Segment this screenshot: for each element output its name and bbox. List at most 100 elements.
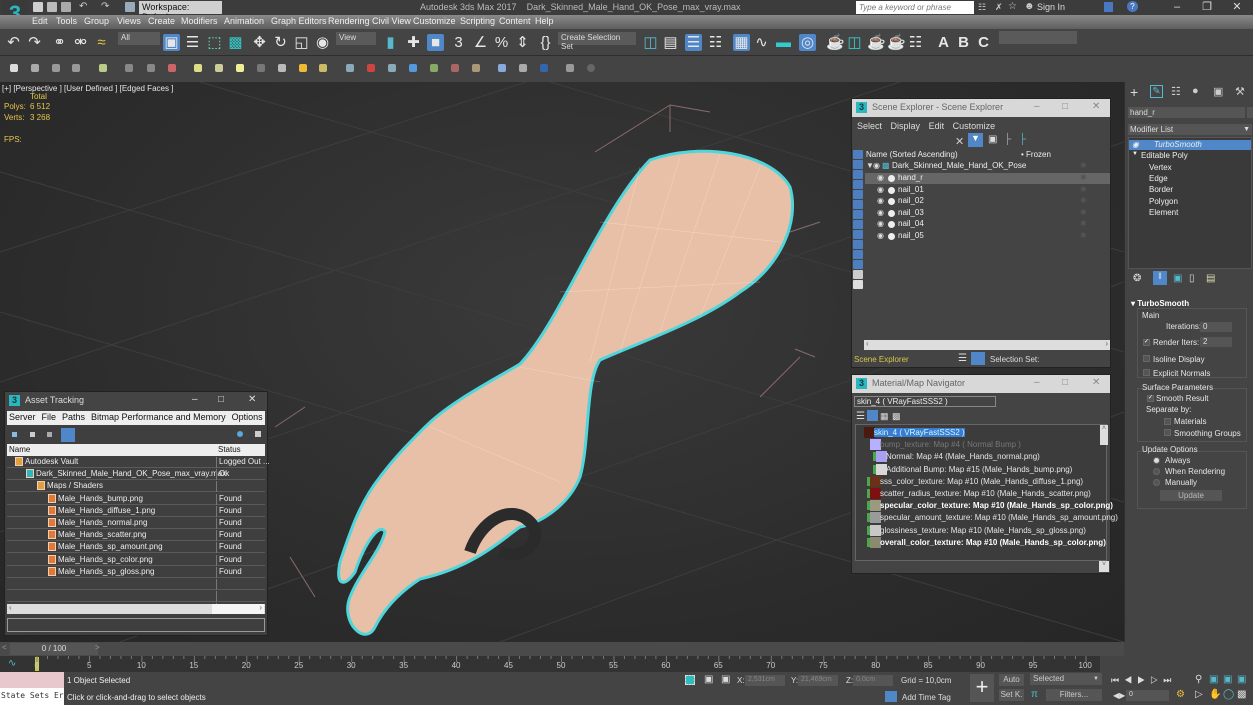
display-spacewarps-icon[interactable] — [853, 200, 863, 209]
display-tab-icon[interactable]: ▣ — [1213, 85, 1223, 98]
menu-edit[interactable]: Edit — [32, 16, 48, 26]
filter-icon[interactable]: ▼ — [968, 133, 983, 147]
curve-editor-icon[interactable]: ∿ — [753, 34, 770, 51]
material-tree-item[interactable]: scatter_radius_texture: Map #10 (Male_Ha… — [880, 489, 1091, 498]
communication-icon[interactable]: ✗ — [995, 2, 1003, 13]
go-to-end-icon[interactable]: ⏭ — [1163, 675, 1176, 685]
bind-space-warp-icon[interactable]: ≈ — [93, 34, 110, 51]
freeze-icon[interactable]: ✱ — [1080, 219, 1087, 228]
view-list-icons-icon[interactable] — [867, 410, 878, 421]
asset-path-field[interactable] — [7, 618, 265, 632]
display-geometry-icon[interactable] — [853, 150, 863, 159]
render-grid-icon[interactable]: ☷ — [907, 34, 924, 51]
horizontal-scrollbar[interactable]: ‹ › — [864, 339, 1110, 350]
maxscript-listener-top[interactable] — [0, 672, 64, 688]
scroll-left-icon[interactable]: ‹ — [9, 603, 12, 612]
freeze-icon[interactable]: ✱ — [1080, 208, 1087, 217]
asset-view-4-icon[interactable] — [61, 428, 75, 442]
display-lights-icon[interactable] — [853, 170, 863, 179]
sign-in-button[interactable]: Sign In — [1037, 2, 1065, 12]
autodesk-app-icon[interactable] — [1104, 2, 1113, 12]
keyboard-shortcut-override-icon[interactable]: ■ — [427, 34, 444, 51]
toolbar2-btn-13-icon[interactable] — [299, 64, 307, 72]
asset-row[interactable]: Autodesk Vault Logged Out ... — [7, 456, 270, 468]
binoculars-icon[interactable]: ☷ — [978, 2, 986, 13]
modifier-stack-item[interactable]: Element — [1129, 208, 1251, 218]
play-icon[interactable]: ▶ — [1137, 675, 1150, 685]
asset-view-2-icon[interactable] — [30, 432, 35, 437]
material-navigator-titlebar[interactable]: 3 Material/Map Navigator – □ ✕ — [852, 375, 1110, 393]
object-name-field[interactable]: hand_r — [1128, 107, 1245, 118]
toolbar2-btn-23-icon[interactable] — [519, 64, 527, 72]
undo-icon[interactable]: ↶ — [5, 34, 22, 51]
save-icon[interactable] — [61, 2, 71, 12]
render-iterative-icon[interactable]: ☕ — [887, 34, 906, 51]
toolbar2-btn-21-icon[interactable] — [472, 64, 480, 72]
pin-stack-icon[interactable]: ❂ — [1133, 273, 1141, 284]
asset-row[interactable]: Male_Hands_bump.png Found — [7, 493, 265, 505]
close-button[interactable]: ✕ — [1222, 0, 1252, 15]
key-filter-dropdown[interactable]: Selected ▼ — [1030, 673, 1102, 685]
angle-snap-icon[interactable]: ∠ — [472, 34, 489, 51]
layers-icon[interactable]: ☰ — [958, 353, 967, 364]
menu-paths[interactable]: Paths — [62, 412, 85, 422]
maximize-button[interactable]: □ — [1062, 377, 1068, 388]
freeze-icon[interactable]: ✱ — [1080, 173, 1087, 182]
hierarchy-icon[interactable]: ├ — [1004, 134, 1011, 145]
current-frame-field[interactable]: 0 — [1126, 690, 1169, 701]
modify-tab-icon[interactable]: ✎ — [1150, 85, 1163, 98]
menu-create[interactable]: Create — [148, 16, 175, 26]
state-set-b-icon[interactable]: B — [955, 34, 972, 51]
display-groups-icon[interactable] — [853, 210, 863, 219]
manually-radio[interactable] — [1153, 479, 1160, 486]
selection-set-dropdown[interactable]: Create Selection Set — [558, 32, 636, 51]
toolbar2-btn-14-icon[interactable] — [319, 64, 327, 72]
asset-view-3-icon[interactable] — [47, 432, 52, 437]
unlink-icon[interactable]: ⚮ — [72, 34, 89, 51]
material-tree-item[interactable]: sss_color_texture: Map #10 (Male_Hands_d… — [880, 477, 1083, 486]
y-coordinate-field[interactable]: 21,469cm — [798, 675, 838, 686]
render-iters-spinner[interactable]: 2 — [1200, 337, 1232, 347]
menu-graph-editors[interactable]: Graph Editors — [271, 16, 327, 26]
create-icon[interactable] — [10, 64, 18, 72]
asset-view-1-icon[interactable] — [12, 432, 17, 437]
workspace-select[interactable]: Workspace: Default — [139, 1, 222, 22]
link-icon[interactable]: ⚭ — [51, 34, 68, 51]
reference-coord-dropdown[interactable]: View — [336, 32, 376, 45]
selection-filter-dropdown[interactable]: All — [118, 32, 160, 45]
turbosmooth-rollout-header[interactable]: ▾ TurboSmooth — [1131, 299, 1189, 308]
state-sets-field[interactable]: State Sets Er — [0, 688, 64, 705]
make-unique-icon[interactable]: ▣ — [1173, 273, 1182, 284]
named-selection-icon[interactable]: {} — [537, 34, 554, 51]
minimize-button[interactable]: – — [1034, 101, 1040, 112]
menu-animation[interactable]: Animation — [224, 16, 264, 26]
render-iters-checkbox[interactable]: ✓ — [1143, 339, 1150, 346]
material-tree-item[interactable]: glossiness_texture: Map #10 (Male_Hands_… — [880, 526, 1086, 535]
remove-modifier-icon[interactable]: ▯ — [1189, 273, 1195, 284]
material-tree-item[interactable]: overall_color_texture: Map #10 (Male_Han… — [880, 538, 1106, 547]
toolbar2-btn-18-icon[interactable] — [409, 64, 417, 72]
maximize-viewport-icon[interactable]: ▩ — [1237, 689, 1246, 700]
select-object-icon[interactable]: ▣ — [163, 34, 180, 51]
fov-icon[interactable]: ▷ — [1195, 689, 1203, 700]
horizontal-scrollbar[interactable]: ‹ › — [7, 603, 265, 614]
modifier-stack-item[interactable]: Vertex — [1129, 163, 1251, 173]
asset-row[interactable]: Male_Hands_sp_amount.png Found — [7, 541, 265, 554]
scene-object-row[interactable]: ◉ nail_03 ✱ — [865, 208, 1110, 219]
scene-explorer-toggle-icon[interactable]: ☰ — [685, 34, 702, 51]
zoom-icon[interactable]: ⚲ — [1195, 674, 1202, 685]
render-setup-icon[interactable]: ☕ — [826, 34, 845, 51]
zoom-extents-all-icon[interactable]: ▣ — [1237, 674, 1246, 685]
percent-snap-icon[interactable]: % — [493, 34, 510, 51]
column-name-header[interactable]: Name — [9, 445, 30, 454]
toolbar2-btn-17-icon[interactable] — [388, 64, 396, 72]
toolbar2-btn-9-icon[interactable] — [215, 64, 223, 72]
asset-row[interactable]: Male_Hands_normal.png Found — [7, 517, 265, 529]
filters-button[interactable]: Filters... — [1046, 689, 1102, 701]
schematic-view-icon[interactable]: ▬ — [775, 34, 792, 51]
when-rendering-radio[interactable] — [1153, 468, 1160, 475]
column-frozen-header[interactable]: • Frozen — [1021, 150, 1051, 159]
scroll-right-icon[interactable]: › — [259, 603, 262, 612]
render-production-icon[interactable]: ☕ — [867, 34, 886, 51]
toolbar2-btn-7-icon[interactable] — [168, 64, 176, 72]
